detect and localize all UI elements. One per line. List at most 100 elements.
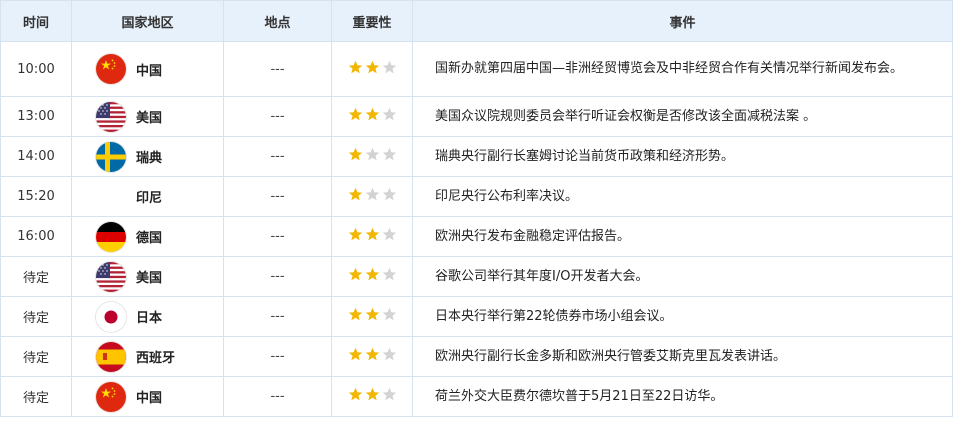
event-region-cell: 印尼 (71, 176, 224, 217)
star-empty-icon (365, 147, 379, 161)
event-region-cell: 美国 (71, 96, 224, 137)
event-region-cell: 美国 (71, 256, 224, 297)
spain-flag-icon (96, 341, 126, 372)
table-row: 待定 美国 --- 谷歌公司举行其年度I/O开发者大会。 (0, 256, 953, 297)
event-region-cell: 日本 (71, 296, 224, 337)
sweden-flag-icon (96, 141, 126, 172)
column-header-region: 国家地区 (71, 0, 224, 42)
importance-stars (348, 227, 397, 242)
star-empty-icon (382, 387, 396, 401)
event-description: 谷歌公司举行其年度I/O开发者大会。 (412, 256, 953, 297)
event-description: 国新办就第四届中国—非洲经贸博览会及中非经贸合作有关情况举行新闻发布会。 (412, 41, 953, 97)
event-location: --- (223, 376, 332, 417)
event-time: 16:00 (0, 216, 72, 257)
event-importance (331, 256, 413, 297)
china-flag-icon (96, 381, 126, 412)
event-importance (331, 296, 413, 337)
importance-stars (348, 307, 397, 322)
importance-stars (348, 60, 397, 75)
event-region: 中国 (136, 63, 163, 79)
star-filled-icon (348, 187, 362, 201)
star-empty-icon (382, 107, 396, 121)
event-time: 15:20 (0, 176, 72, 217)
table-row: 待定 中国 --- 荷兰外交大臣费尔德坎普于5月21日至22日访华。 (0, 376, 953, 417)
china-flag-icon (96, 54, 126, 84)
event-time: 待定 (0, 376, 72, 417)
event-importance (331, 136, 413, 177)
event-location: --- (223, 216, 332, 257)
event-region: 西班牙 (136, 351, 176, 366)
event-region-cell: 瑞典 (71, 136, 224, 177)
table-row: 15:20 印尼 --- 印尼央行公布利率决议。 (0, 176, 953, 217)
star-filled-icon (348, 307, 362, 321)
event-importance (331, 216, 413, 257)
star-filled-icon (348, 387, 362, 401)
event-importance (331, 96, 413, 137)
event-location: --- (223, 176, 332, 217)
event-region: 美国 (136, 271, 163, 286)
usa-flag-icon (96, 101, 126, 132)
event-location: --- (223, 296, 332, 337)
table-row: 16:00 德国 --- 欧洲央行发布金融稳定评估报告。 (0, 216, 953, 257)
event-importance (331, 176, 413, 217)
star-filled-icon (348, 60, 362, 73)
germany-flag-icon (96, 221, 126, 252)
star-filled-icon (348, 147, 362, 161)
importance-stars (348, 387, 397, 402)
star-filled-icon (348, 107, 362, 121)
table-row: 13:00 美国 --- 美国众议院规则委员会举行听证会权衡是否修改该全面减税法案 。 (0, 96, 953, 137)
event-location: --- (223, 96, 332, 137)
event-location: --- (223, 136, 332, 177)
star-filled-icon (365, 227, 379, 241)
table-row: 10:00 中国 --- 国新办就第四届中国—非洲经贸博览会及中非经贸合作有关情况举行… (0, 41, 953, 97)
event-description: 荷兰外交大臣费尔德坎普于5月21日至22日访华。 (412, 376, 953, 417)
event-time: 14:00 (0, 136, 72, 177)
importance-stars (348, 147, 397, 162)
event-location: --- (223, 41, 332, 97)
table-row: 待定 西班牙 --- 欧洲央行副行长金多斯和欧洲央行管委艾斯克里瓦发表讲话。 (0, 336, 953, 377)
star-filled-icon (365, 387, 379, 401)
event-description: 欧洲央行发布金融稳定评估报告。 (412, 216, 953, 257)
star-empty-icon (382, 307, 396, 321)
star-empty-icon (382, 187, 396, 201)
event-description: 欧洲央行副行长金多斯和欧洲央行管委艾斯克里瓦发表讲话。 (412, 336, 953, 377)
event-description: 日本央行举行第22轮债券市场小组会议。 (412, 296, 953, 337)
column-header-location: 地点 (223, 0, 332, 42)
star-filled-icon (365, 60, 379, 73)
event-description: 瑞典央行副行长塞姆讨论当前货币政策和经济形势。 (412, 136, 953, 177)
event-importance (331, 336, 413, 377)
economic-calendar-table: 时间 国家地区 地点 重要性 事件 10:00 中国 --- 国新办就第四届中国—非洲… (0, 0, 953, 417)
star-empty-icon (382, 347, 396, 361)
event-time: 10:00 (0, 41, 72, 97)
star-filled-icon (365, 307, 379, 321)
star-empty-icon (365, 187, 379, 201)
event-region: 印尼 (136, 191, 163, 206)
event-importance (331, 41, 413, 97)
table-row: 14:00 瑞典 --- 瑞典央行副行长塞姆讨论当前货币政策和经济形势。 (0, 136, 953, 177)
event-region: 美国 (136, 111, 163, 126)
importance-stars (348, 187, 397, 202)
importance-stars (348, 107, 397, 122)
event-description: 印尼央行公布利率决议。 (412, 176, 953, 217)
star-empty-icon (382, 147, 396, 161)
star-filled-icon (365, 107, 379, 121)
event-region-cell: 西班牙 (71, 336, 224, 377)
event-time: 待定 (0, 256, 72, 297)
star-filled-icon (365, 267, 379, 281)
event-time: 待定 (0, 296, 72, 337)
event-region-cell: 德国 (71, 216, 224, 257)
event-region: 瑞典 (136, 151, 163, 166)
event-importance (331, 376, 413, 417)
japan-flag-icon (96, 301, 126, 332)
usa-flag-icon (96, 261, 126, 292)
star-empty-icon (382, 227, 396, 241)
star-filled-icon (348, 227, 362, 241)
event-region: 德国 (136, 231, 163, 246)
star-filled-icon (348, 347, 362, 361)
star-empty-icon (382, 60, 396, 73)
event-region-cell: 中国 (71, 41, 224, 97)
star-filled-icon (348, 267, 362, 281)
event-location: --- (223, 336, 332, 377)
column-header-event: 事件 (412, 0, 953, 42)
importance-stars (348, 267, 397, 282)
